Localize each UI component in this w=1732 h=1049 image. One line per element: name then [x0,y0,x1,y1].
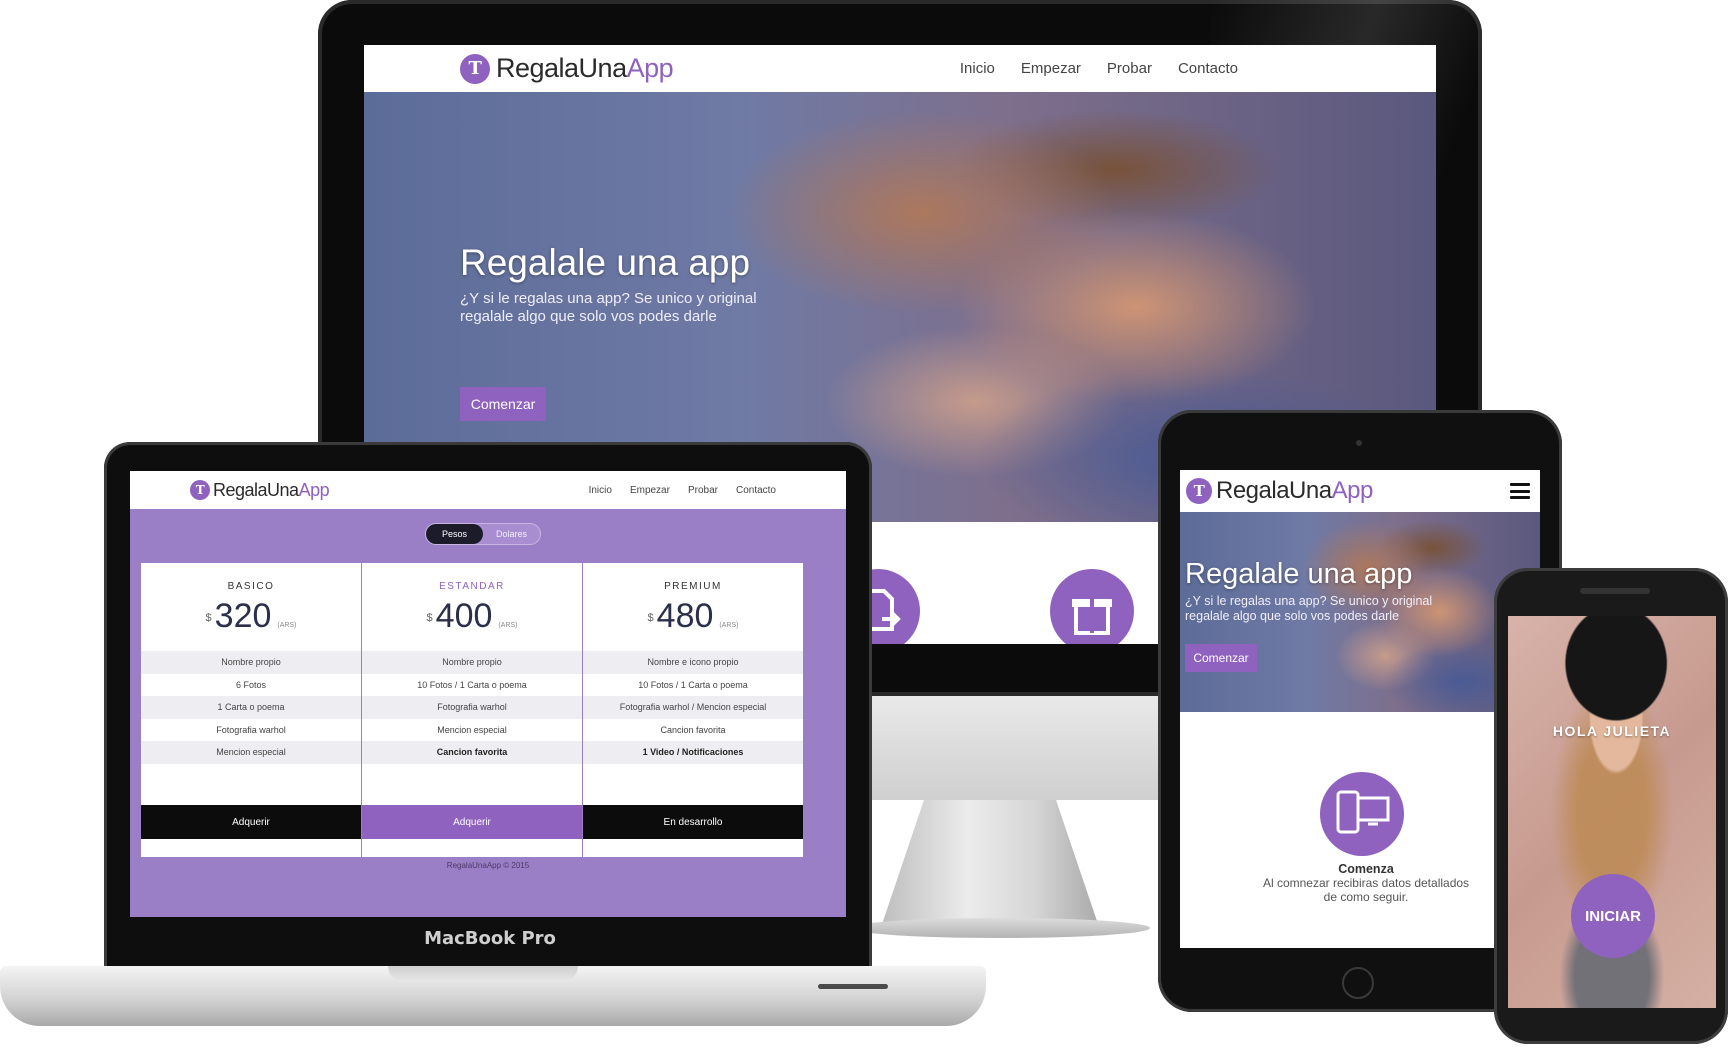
logo-text: RegalaUna [213,479,299,500]
feature-item: 10 Fotos / 1 Carta o poema [417,679,527,690]
hero-subtitle: ¿Y si le regalas una app? Se unico y ori… [460,290,757,325]
hero-cta-button[interactable]: Comenzar [1185,644,1257,672]
nav-inicio[interactable]: Inicio [589,485,612,496]
site-logo[interactable]: T RegalaUna App [460,53,674,84]
feature-item: 6 Fotos [235,679,266,690]
currency-code: (ARS) [277,622,297,629]
phone-start-button[interactable]: INICIAR [1571,874,1655,958]
site-footer: RegalaUnaApp © 2015 [446,861,530,870]
buy-button-basico[interactable]: Adquerir [141,805,361,839]
plan-name: PREMIUM [664,581,722,592]
site-header: T RegalaUna App Inicio Empezar Probar Con… [364,45,1436,92]
laptop-screen: T RegalaUna App Inicio Empezar Probar Con… [130,471,846,917]
buy-button-estandar[interactable]: Adquerir [362,805,582,839]
feature-item: Nombre propio [362,651,582,674]
feature-title: Comenza [1338,862,1394,876]
plan-price: $480 (ARS) [583,597,803,636]
logo-text-accent: App [298,479,330,500]
plan-price: $320 (ARS) [141,597,361,636]
phone-greeting: HOLA JULIETA [1552,723,1672,739]
plan-features: Nombre e icono propio 10 Fotos / 1 Carta… [583,651,803,764]
site-header: T RegalaUna App [1180,470,1540,512]
feature-item: Cancion favorita [660,724,726,735]
currency-symbol: $ [426,611,433,624]
feature-item: Mencion especial [141,741,361,764]
main-nav: Inicio Empezar Probar Contacto [571,485,776,496]
site-logo[interactable]: T RegalaUna App [190,479,330,501]
tablet-screen: T RegalaUna App Regalale una app ¿Y si le… [1180,470,1540,948]
feature-item: Nombre e icono propio [583,651,803,674]
feature-text: Al comnezar recibiras datos detallados d… [1262,876,1470,905]
logo-text-accent: App [626,53,674,83]
feature-item: Fotografia warhol [362,696,582,719]
nav-contacto[interactable]: Contacto [736,485,776,496]
feature-item: Mencion especial [437,724,507,735]
monitor-stand [880,800,1100,930]
buy-button-premium[interactable]: En desarrollo [583,805,803,839]
phone-speaker [1580,588,1650,594]
site-logo[interactable]: T RegalaUna App [1186,477,1373,505]
hero-title: Regalale una app [460,242,751,283]
logo-mark-icon: T [460,53,490,84]
logo-text: RegalaUna [1216,477,1332,504]
currency-code: (ARS) [498,622,518,629]
feature-item: 1 Carta o poema [141,696,361,719]
nav-contacto[interactable]: Contacto [1178,60,1238,77]
plan-card-premium: PREMIUM $480 (ARS) Nombre e icono propio … [583,563,803,857]
toggle-dolares[interactable]: Dolares [483,524,540,544]
hero-subtitle: ¿Y si le regalas una app? Se unico y ori… [1185,594,1433,623]
plan-features: Nombre propio 6 Fotos 1 Carta o poema Fo… [141,651,361,764]
hero-cta-button[interactable]: Comenzar [460,387,546,421]
currency-symbol: $ [205,611,212,624]
logo-text-accent: App [1331,477,1374,504]
currency-code: (ARS) [719,622,739,629]
feature-item: 1 Video / Notificaciones [583,741,803,764]
monitor-foot [850,918,1150,938]
price-value: 320 [214,597,272,635]
plan-card-estandar: ESTANDAR $400 (ARS) Nombre propio 10 Foto… [362,563,582,857]
phone-screen: HOLA JULIETA INICIAR [1508,616,1716,1008]
laptop-notch [388,966,578,982]
feature-item: Nombre propio [141,651,361,674]
site-header: T RegalaUna App Inicio Empezar Probar Con… [130,471,846,509]
feature-item: Fotografia warhol / Mencion especial [583,696,803,719]
tablet-home-button[interactable] [1342,967,1374,999]
currency-toggle: Pesos Dolares [425,523,541,545]
plan-card-basico: BASICO $320 (ARS) Nombre propio 6 Fotos 1… [141,563,361,857]
feature-item: Fotografia warhol [216,724,286,735]
laptop-slot [818,984,888,989]
tablet-camera [1356,440,1362,446]
plan-price: $400 (ARS) [362,597,582,636]
nav-empezar[interactable]: Empezar [630,485,670,496]
logo-text: RegalaUna [496,53,627,83]
main-nav: Inicio Empezar Probar Contacto [934,60,1238,77]
plan-name: ESTANDAR [439,581,505,592]
hamburger-menu-icon[interactable] [1510,483,1530,499]
showcase-stage: T RegalaUna App Inicio Empezar Probar Con… [0,0,1732,1049]
nav-probar[interactable]: Probar [688,485,718,496]
devices-icon [1320,772,1404,856]
gift-icon [1050,569,1134,644]
nav-inicio[interactable]: Inicio [960,60,995,77]
hero-banner: Regalale una app ¿Y si le regalas una ap… [1180,512,1540,712]
price-value: 480 [656,597,714,635]
laptop-brand-label: MacBook Pro [424,928,556,949]
plan-name: BASICO [227,581,275,592]
feature-item: Cancion favorita [362,741,582,764]
hero-title: Regalale una app [1185,558,1413,590]
nav-probar[interactable]: Probar [1107,60,1152,77]
currency-symbol: $ [647,611,654,624]
nav-empezar[interactable]: Empezar [1021,60,1081,77]
price-value: 400 [435,597,493,635]
plan-features: Nombre propio 10 Fotos / 1 Carta o poema… [362,651,582,764]
toggle-pesos[interactable]: Pesos [426,524,483,544]
logo-mark-icon: T [1186,478,1212,504]
logo-mark-icon: T [190,480,210,500]
feature-item: 10 Fotos / 1 Carta o poema [638,679,748,690]
